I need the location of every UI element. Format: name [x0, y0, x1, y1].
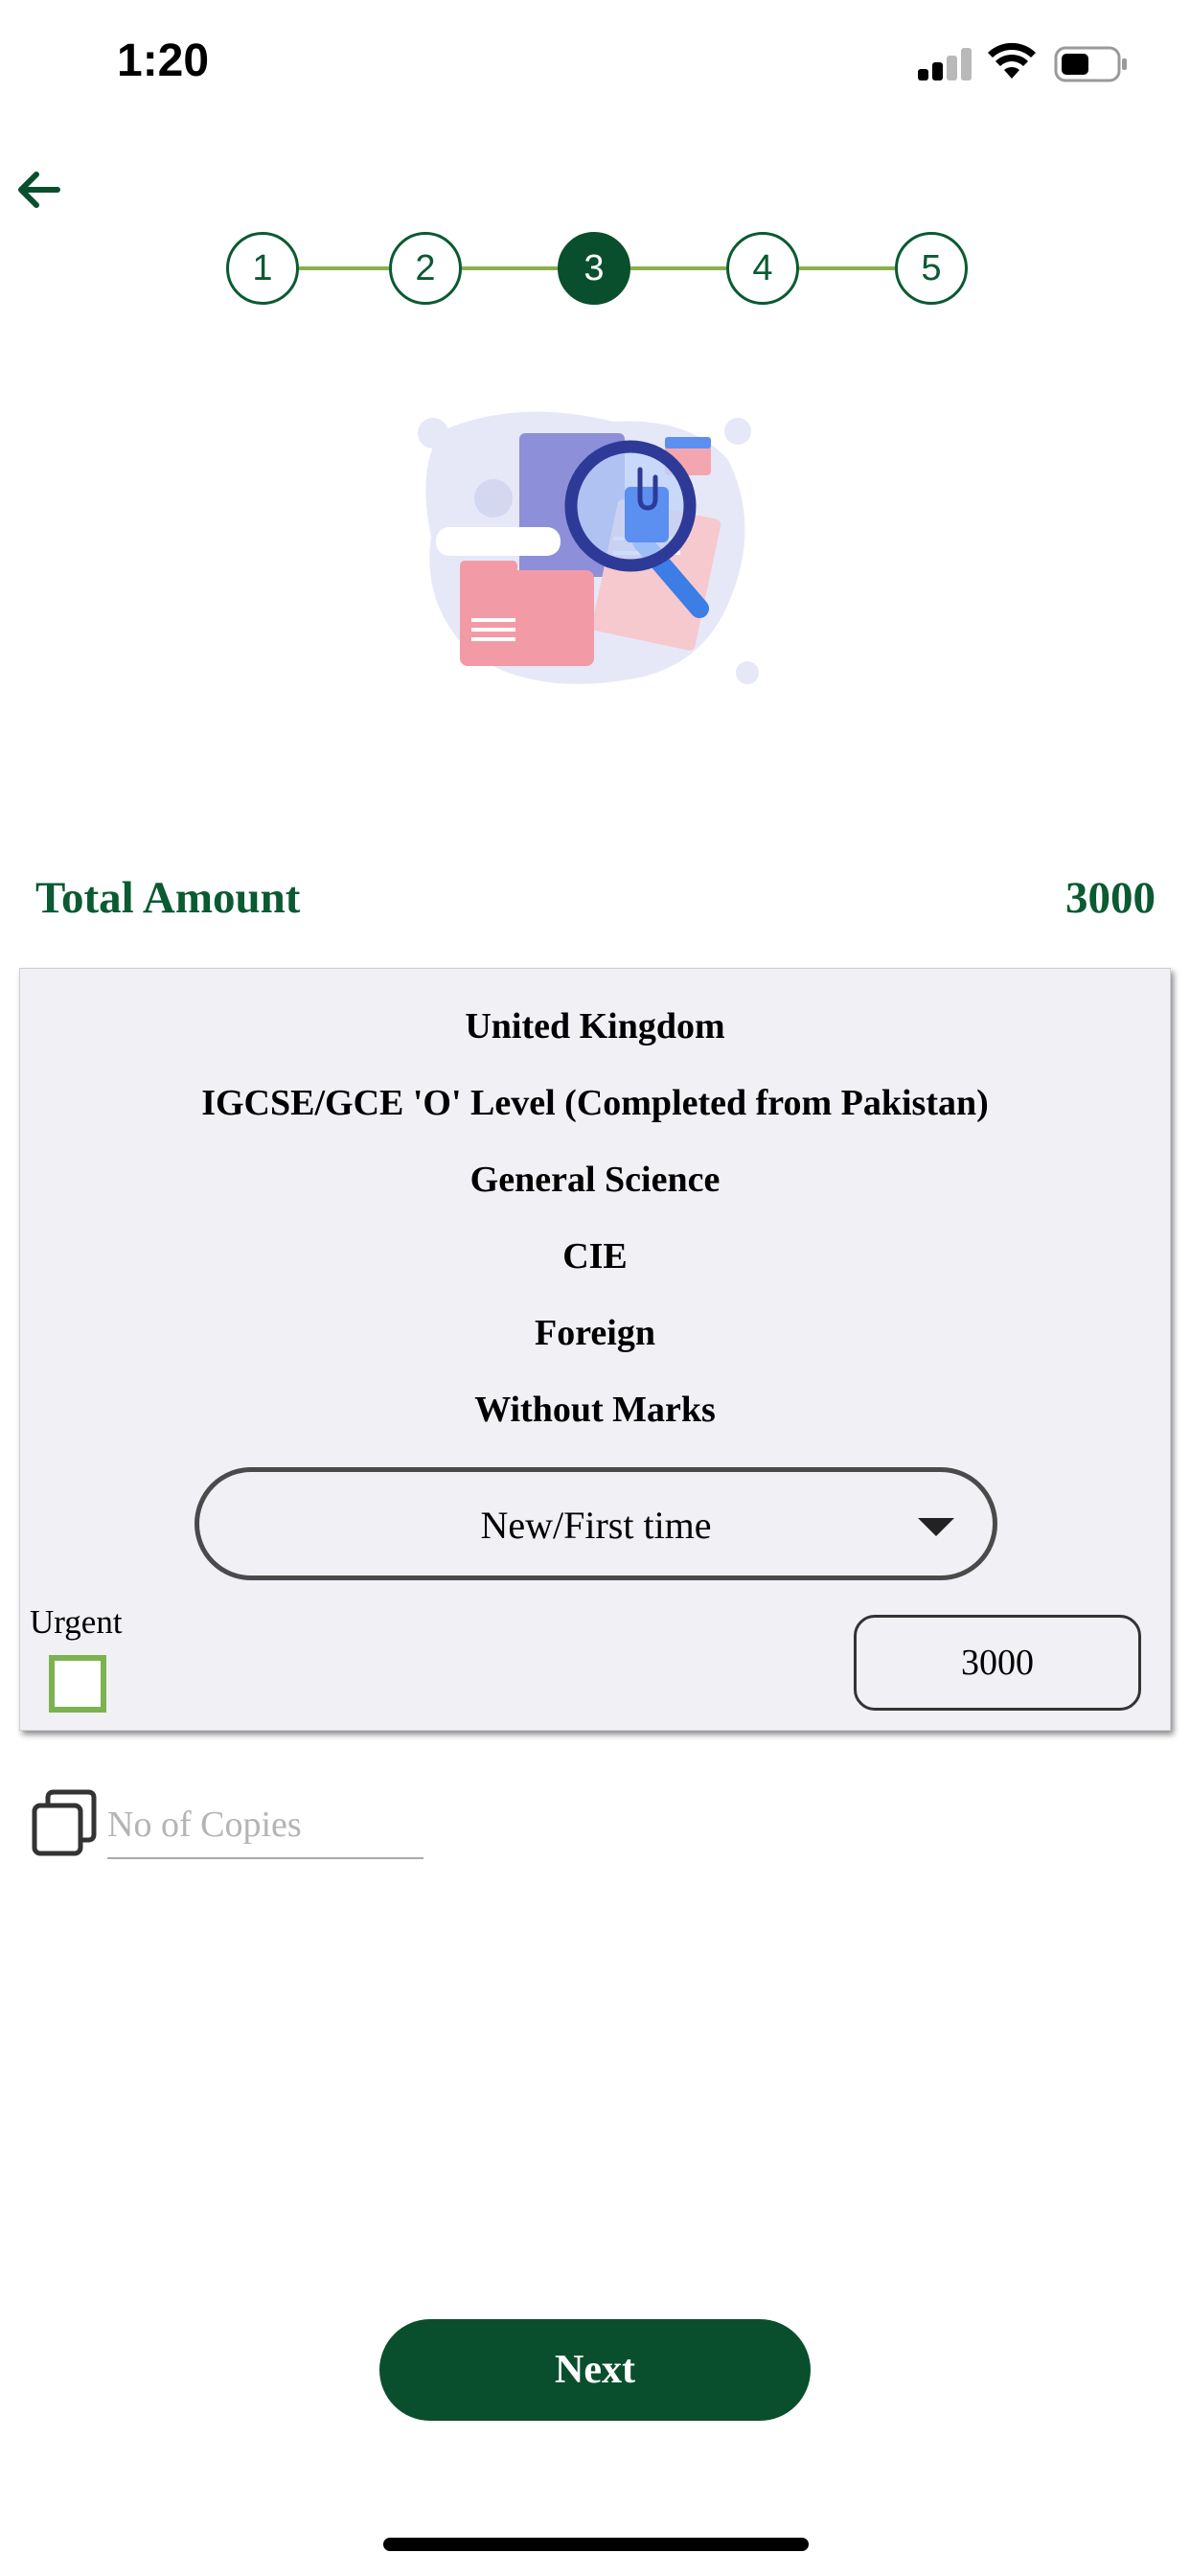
- step-5: 5: [895, 232, 968, 305]
- step-2: 2: [389, 232, 462, 305]
- battery-icon: [1054, 46, 1127, 82]
- urgent-checkbox[interactable]: [49, 1655, 106, 1713]
- status-bar: 1:20: [0, 0, 1190, 129]
- type-text: Foreign: [535, 1313, 655, 1353]
- status-time: 1:20: [117, 35, 210, 86]
- marks-option-text: Without Marks: [474, 1390, 716, 1430]
- next-button[interactable]: Next: [379, 2319, 811, 2421]
- request-type-selected: New/First time: [480, 1504, 712, 1547]
- step-connector: [299, 266, 389, 270]
- total-amount-value: 3000: [1065, 873, 1156, 923]
- no-of-copies-input[interactable]: [107, 1792, 423, 1859]
- copy-icon: [32, 1789, 97, 1856]
- board-text: CIE: [562, 1236, 628, 1276]
- back-arrow-icon[interactable]: [11, 163, 65, 217]
- amount-field: 3000: [854, 1615, 1141, 1711]
- total-amount-label: Total Amount: [35, 873, 301, 923]
- application-details-card: United Kingdom IGCSE/GCE 'O' Level (Comp…: [19, 968, 1171, 1731]
- urgent-label: Urgent: [30, 1603, 123, 1641]
- step-1: 1: [226, 232, 299, 305]
- wifi-icon: [988, 42, 1036, 79]
- step-4: 4: [726, 232, 799, 305]
- caret-down-icon: [918, 1518, 954, 1536]
- group-text: General Science: [469, 1160, 721, 1200]
- step-connector: [462, 266, 558, 270]
- qualification-text: IGCSE/GCE 'O' Level (Completed from Paki…: [201, 1083, 989, 1123]
- cellular-signal-icon: [918, 48, 972, 80]
- request-type-dropdown[interactable]: New/First time: [195, 1467, 997, 1580]
- home-indicator: [383, 2538, 809, 2551]
- step-3-active: 3: [558, 232, 630, 305]
- step-connector: [799, 266, 895, 270]
- step-connector: [630, 266, 726, 270]
- country-text: United Kingdom: [465, 1006, 725, 1046]
- document-search-illustration: [418, 411, 759, 684]
- progress-stepper: 1 2 3 4 5: [226, 232, 968, 305]
